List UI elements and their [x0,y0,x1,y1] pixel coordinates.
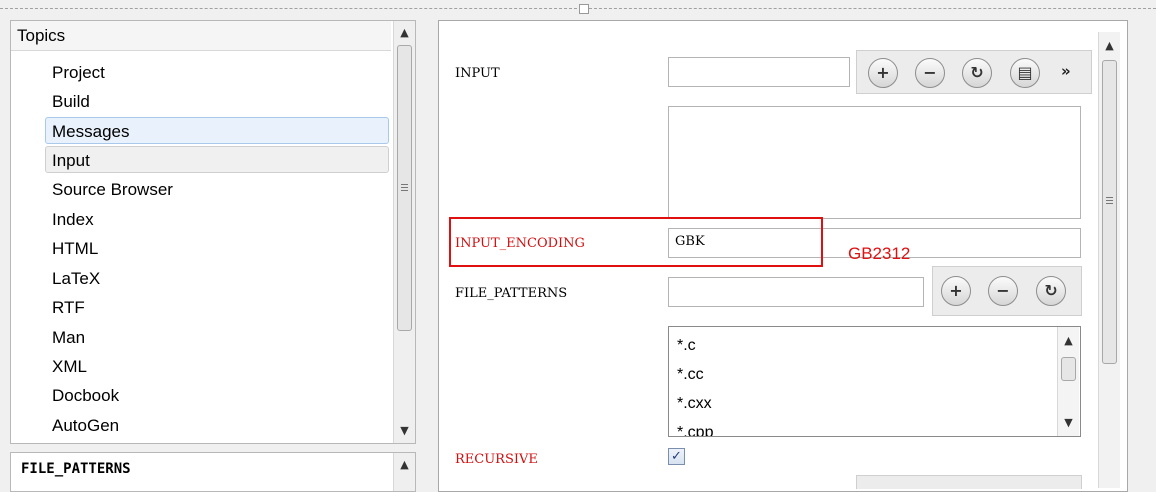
topic-project[interactable]: Project [45,58,389,85]
splitter-handle-top[interactable] [579,4,589,14]
help-title: FILE_PATTERNS [21,461,131,477]
topics-panel: Topics Project Build Messages Input Sour… [10,20,416,444]
grip-line [1106,203,1113,204]
add-button[interactable]: + [868,58,898,88]
help-scrollbar[interactable]: ▲ [393,453,415,491]
recursive-checkbox[interactable]: ✓ [668,448,685,465]
scroll-thumb[interactable] [1102,60,1117,364]
list-item[interactable]: *.cxx [677,395,712,413]
input-field[interactable] [668,57,850,87]
settings-scrollbar[interactable]: ▲ [1098,32,1120,488]
refresh-button[interactable]: ↻ [962,58,992,88]
grip-line [401,184,408,185]
scroll-up-icon[interactable]: ▲ [1099,36,1120,56]
remove-button[interactable]: − [988,276,1018,306]
remove-button[interactable]: − [915,58,945,88]
grip-line [1106,197,1113,198]
topic-latex[interactable]: LaTeX [45,264,389,291]
scroll-up-icon[interactable]: ▲ [1058,331,1079,351]
scroll-up-icon[interactable]: ▲ [394,455,415,475]
help-panel: FILE_PATTERNS ▲ [10,452,416,492]
annotation-text: GB2312 [848,244,911,263]
grip-line [1106,200,1113,201]
scroll-down-icon[interactable]: ▼ [1058,413,1079,433]
add-button[interactable]: + [941,276,971,306]
scroll-down-icon[interactable]: ▼ [394,421,415,441]
topics-header: Topics [11,21,391,51]
topic-docbook[interactable]: Docbook [45,381,389,408]
grip-line [401,190,408,191]
topic-autogen[interactable]: AutoGen [45,411,389,438]
scroll-thumb[interactable] [1061,357,1076,381]
grip-line [401,187,408,188]
list-item[interactable]: *.c [677,337,696,355]
topic-index[interactable]: Index [45,205,389,232]
file-button[interactable]: ▤ [1010,58,1040,88]
topics-scrollbar[interactable]: ▲ ▼ [393,21,415,443]
input-label: INPUT [455,66,500,81]
input-list[interactable] [668,106,1081,219]
scroll-thumb[interactable] [397,45,412,331]
file-patterns-field[interactable] [668,277,924,307]
splitter-line [0,8,1156,9]
topic-html[interactable]: HTML [45,234,389,261]
list-item[interactable]: *.cpp [677,424,713,436]
topic-messages[interactable]: Messages [45,117,389,144]
topic-rtf[interactable]: RTF [45,293,389,320]
topic-xml[interactable]: XML [45,352,389,379]
topic-source-browser[interactable]: Source Browser [45,175,389,202]
recursive-label: RECURSIVE [455,452,538,467]
topic-build[interactable]: Build [45,87,389,114]
more-button[interactable]: » [1061,62,1071,80]
topic-man[interactable]: Man [45,323,389,350]
file-patterns-list[interactable]: *.c *.cc *.cxx *.cpp ▲ ▼ [668,326,1081,437]
scroll-up-icon[interactable]: ▲ [394,23,415,43]
file-patterns-label: FILE_PATTERNS [455,286,568,301]
topic-input[interactable]: Input [45,146,389,173]
annotation-box [449,217,823,267]
refresh-button[interactable]: ↻ [1036,276,1066,306]
patterns-scrollbar[interactable]: ▲ ▼ [1057,327,1079,436]
list-item[interactable]: *.cc [677,366,704,384]
